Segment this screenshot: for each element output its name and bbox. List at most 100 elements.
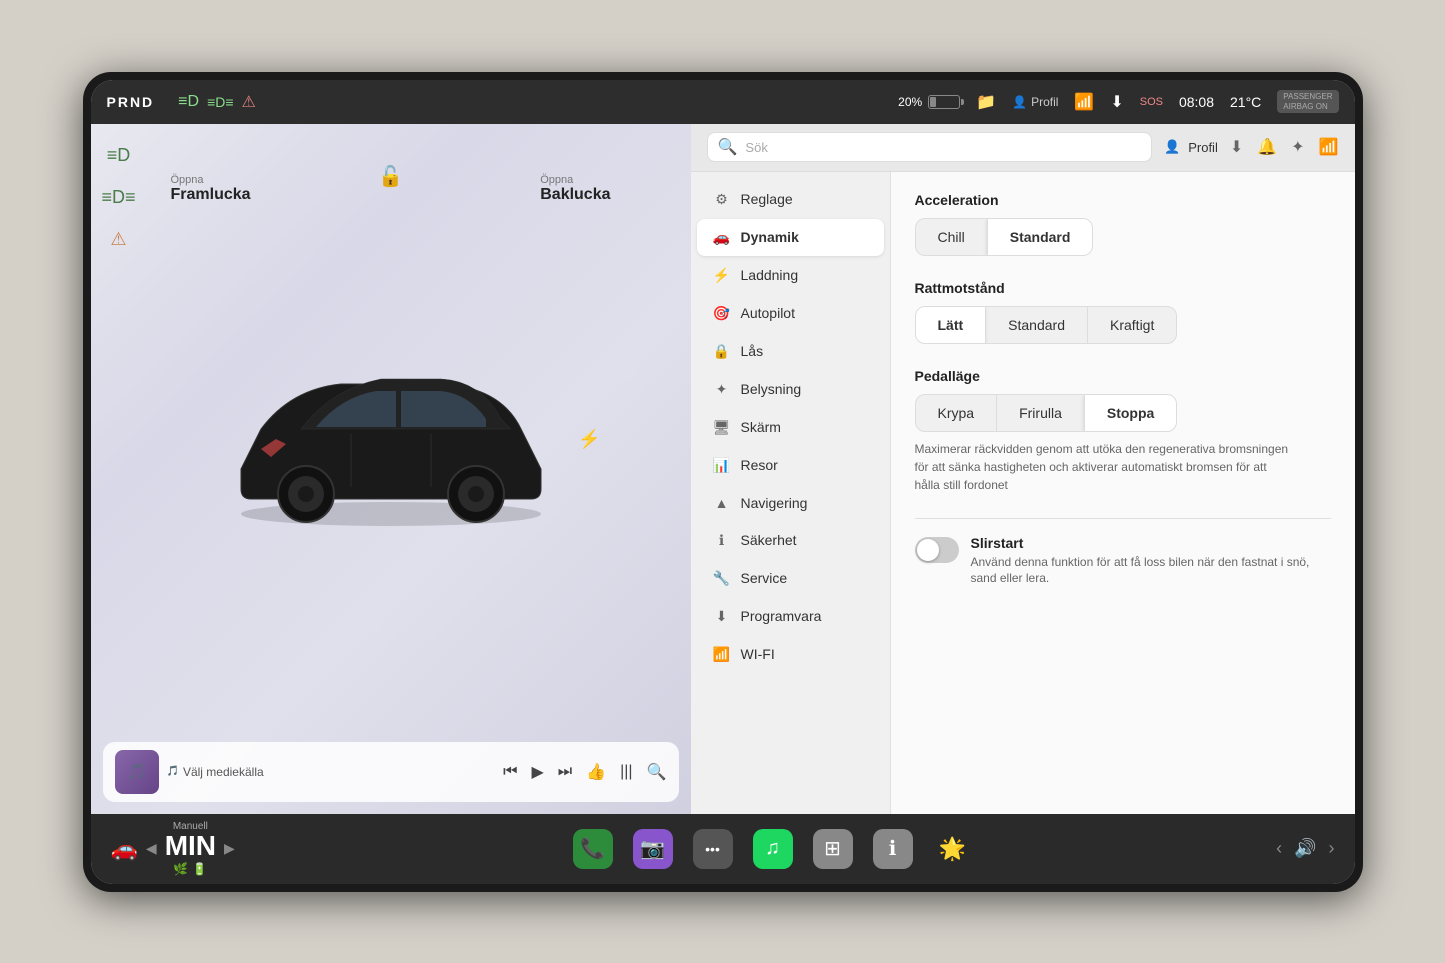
dots-app[interactable]: ••• xyxy=(693,829,733,869)
acceleration-standard-button[interactable]: Standard xyxy=(987,219,1093,255)
rattmotstand-standard-button[interactable]: Standard xyxy=(985,307,1087,343)
menu-label-resor: Resor xyxy=(741,457,778,473)
bell-icon[interactable]: 🔔 xyxy=(1257,137,1277,157)
chevron-right-icon[interactable]: › xyxy=(1329,838,1335,859)
menu-item-wifi[interactable]: 📶 WI-FI xyxy=(697,636,884,673)
menu-item-sakerhet[interactable]: ℹ Säkerhet xyxy=(697,522,884,559)
car-taskbar-icon[interactable]: 🚗 xyxy=(111,836,138,862)
acceleration-btn-group: Chill Standard xyxy=(915,218,1094,256)
slirstart-row: Slirstart Använd denna funktion för att … xyxy=(915,535,1331,588)
chevron-left-icon[interactable]: ‹ xyxy=(1276,838,1282,859)
menu-item-service[interactable]: 🔧 Service xyxy=(697,560,884,597)
laddning-icon: ⚡ xyxy=(713,267,731,284)
charging-icon: ⚡ xyxy=(578,429,600,450)
skarm-icon: 🖥 xyxy=(713,419,731,436)
menu-item-programvara[interactable]: ⬇ Programvara xyxy=(697,598,884,635)
multi-app[interactable]: 🌟 xyxy=(933,829,973,869)
search-placeholder: Sök xyxy=(745,140,767,155)
download-top-icon: ⬇ xyxy=(1110,92,1123,112)
menu-label-dynamik: Dynamik xyxy=(741,229,799,245)
menu-label-las: Lås xyxy=(741,343,764,359)
battery-fill xyxy=(930,97,936,107)
profile-top[interactable]: 👤 Profil xyxy=(1012,95,1058,109)
menu-item-belysning[interactable]: ✦ Belysning xyxy=(697,371,884,408)
bluetooth-icon[interactable]: ✦ xyxy=(1291,137,1304,157)
media-info: 🎵 Välj mediekälla xyxy=(167,765,496,779)
profile-label-top: Profil xyxy=(1031,95,1058,109)
search-media-button[interactable]: 🔍 xyxy=(647,762,667,782)
menu-label-reglage: Reglage xyxy=(741,191,793,207)
gear-right-arrow[interactable]: ▶ xyxy=(224,840,235,857)
menu-item-resor[interactable]: 📊 Resor xyxy=(697,447,884,484)
spotify-app[interactable]: ♫ xyxy=(753,829,793,869)
resor-icon: 📊 xyxy=(713,457,731,474)
rattmotstand-title: Rattmotstånd xyxy=(915,280,1331,296)
info-app[interactable]: ℹ xyxy=(873,829,913,869)
battery-percent: 20% xyxy=(898,95,922,109)
main-content: ≡D ≡D≡ ⚠ Öppna Framlucka Öppna Baklucka … xyxy=(91,124,1355,814)
menu-item-reglage[interactable]: ⚙ Reglage xyxy=(697,181,884,218)
pedalage-section: Pedalläge Krypa Frirulla Stoppa Maximera… xyxy=(915,368,1331,494)
rattmotstand-kraftigt-button[interactable]: Kraftigt xyxy=(1087,307,1176,343)
eco-icon: 🌿 xyxy=(173,862,188,876)
settings-menu: ⚙ Reglage 🚗 Dynamik ⚡ Laddning 🎯 xyxy=(691,172,891,814)
pedalage-krypa-button[interactable]: Krypa xyxy=(916,395,997,431)
sport-icon: 🔋 xyxy=(192,862,207,876)
programvara-icon: ⬇ xyxy=(713,608,731,625)
media-bar: 🎵 🎵 Välj mediekälla ⏮ ▶ ⏭ 👍 ||| 🔍 xyxy=(103,742,679,802)
gear-left-arrow[interactable]: ◀ xyxy=(146,840,157,857)
wifi-menu-icon: 📶 xyxy=(713,646,731,663)
acceleration-chill-button[interactable]: Chill xyxy=(916,219,987,255)
search-bar: 🔍 Sök 👤 Profil ⬇ 🔔 ✦ 📶 xyxy=(691,124,1355,172)
car-image xyxy=(201,329,581,529)
taskbar-apps: 📞 📷 ••• ♫ ⊞ ℹ 🌟 xyxy=(311,829,1235,869)
spotify-icon: ♫ xyxy=(765,837,780,860)
menu-item-autopilot[interactable]: 🎯 Autopilot xyxy=(697,295,884,332)
pedalage-stoppa-button[interactable]: Stoppa xyxy=(1084,395,1176,431)
menu-item-navigering[interactable]: ▲ Navigering xyxy=(697,485,884,521)
prev-track-button[interactable]: ⏮ xyxy=(503,763,517,781)
time-display: 08:08 xyxy=(1179,94,1214,110)
menu-label-navigering: Navigering xyxy=(741,495,808,511)
rattmotstand-btn-group: Lätt Standard Kraftigt xyxy=(915,306,1178,344)
pedalage-frirulla-button[interactable]: Frirulla xyxy=(996,395,1084,431)
menu-item-las[interactable]: 🔒 Lås xyxy=(697,333,884,370)
slirstart-toggle[interactable] xyxy=(915,537,959,563)
gear-controls: ◀ Manuell MIN 🌿 🔋 ▶ xyxy=(146,821,235,876)
calc-icon: ⊞ xyxy=(824,836,841,861)
menu-label-skarm: Skärm xyxy=(741,419,781,435)
volume-icon[interactable]: 🔊 xyxy=(1294,838,1316,859)
wifi-icon[interactable]: 📶 xyxy=(1319,137,1339,157)
calc-app[interactable]: ⊞ xyxy=(813,829,853,869)
multi-icon: 🌟 xyxy=(939,836,966,862)
camera-app[interactable]: 📷 xyxy=(633,829,673,869)
left-panel: ≡D ≡D≡ ⚠ Öppna Framlucka Öppna Baklucka … xyxy=(91,124,691,814)
menu-item-skarm[interactable]: 🖥 Skärm xyxy=(697,409,884,446)
menu-item-laddning[interactable]: ⚡ Laddning xyxy=(697,257,884,294)
profile-person-icon: 👤 xyxy=(1164,139,1180,155)
next-track-button[interactable]: ⏭ xyxy=(558,763,572,781)
prnd-display: PRND xyxy=(107,94,155,110)
like-button[interactable]: 👍 xyxy=(586,762,606,782)
battery-bar xyxy=(928,95,960,109)
dots-icon: ••• xyxy=(705,841,720,857)
acceleration-section: Acceleration Chill Standard xyxy=(915,192,1331,256)
gear-selector: ◀ Manuell MIN 🌿 🔋 ▶ xyxy=(146,821,235,876)
play-button[interactable]: ▶ xyxy=(531,762,543,782)
person-icon: 👤 xyxy=(1012,95,1027,109)
rattmotstand-latt-button[interactable]: Lätt xyxy=(916,307,986,343)
las-icon: 🔒 xyxy=(713,343,731,360)
search-wrapper[interactable]: 🔍 Sök xyxy=(707,132,1153,162)
sos-label: SOS xyxy=(1140,96,1163,108)
download-icon[interactable]: ⬇ xyxy=(1230,137,1243,157)
slirstart-description: Använd denna funktion för att få loss bi… xyxy=(971,554,1331,588)
phone-app[interactable]: 📞 xyxy=(573,829,613,869)
reglage-icon: ⚙ xyxy=(713,191,731,208)
equalizer-button[interactable]: ||| xyxy=(620,763,632,781)
camera-icon: 📷 xyxy=(640,836,665,861)
profile-section[interactable]: 👤 Profil xyxy=(1164,139,1218,155)
service-icon: 🔧 xyxy=(713,570,731,587)
phone-icon: 📞 xyxy=(580,836,605,861)
menu-item-dynamik[interactable]: 🚗 Dynamik xyxy=(697,219,884,256)
taskbar-left: 🚗 ◀ Manuell MIN 🌿 🔋 ▶ xyxy=(111,821,311,876)
